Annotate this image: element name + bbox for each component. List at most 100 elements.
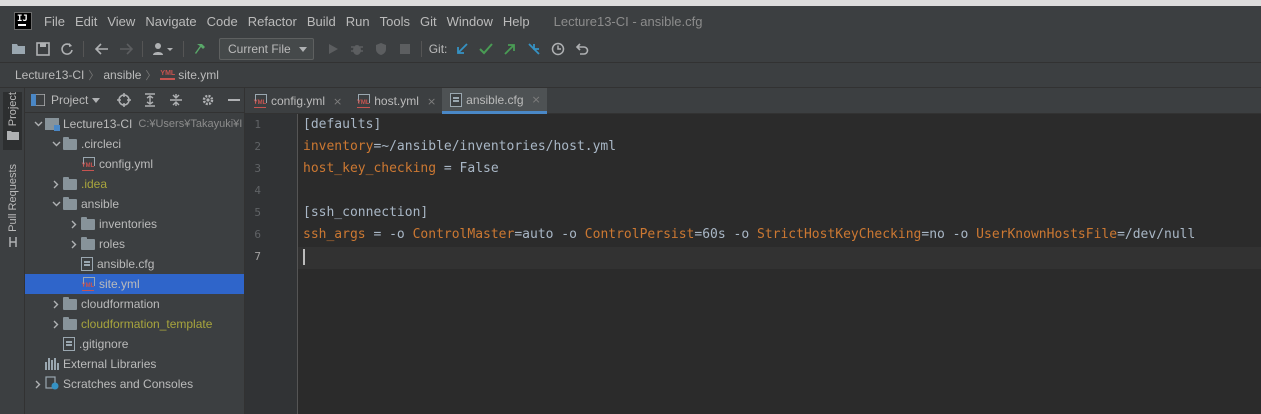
tree-item-ansible-cfg[interactable]: ansible.cfg (25, 254, 244, 274)
vcs-user-dropdown-icon[interactable] (150, 38, 178, 60)
chevron-right-icon[interactable] (49, 177, 63, 191)
chevron-right-icon[interactable] (31, 377, 45, 391)
menu-view[interactable]: View (107, 14, 135, 29)
rollback-icon[interactable] (571, 38, 593, 60)
main-toolbar: Current File Git: (0, 36, 1261, 63)
tree-item-label: ansible (81, 197, 120, 211)
tree-item-circleci[interactable]: .circleci (25, 134, 244, 154)
menu-code[interactable]: Code (207, 14, 238, 29)
toolbar-separator (420, 41, 422, 57)
tree-item-config-yml[interactable]: YML config.yml (25, 154, 244, 174)
toolbar-separator (83, 41, 84, 57)
tree-arrow-spacer (31, 357, 45, 371)
back-arrow-icon[interactable] (91, 38, 113, 60)
intellij-logo-icon[interactable]: IJ (14, 12, 32, 30)
breadcrumb-folder[interactable]: ansible (103, 68, 141, 82)
tree-item-inventories[interactable]: inventories (25, 214, 244, 234)
close-icon[interactable]: × (532, 93, 541, 106)
coverage-icon[interactable] (370, 38, 392, 60)
tree-item-external-libraries[interactable]: External Libraries (25, 354, 244, 374)
text-file-icon (450, 92, 463, 107)
tree-item-ansible[interactable]: ansible (25, 194, 244, 214)
menu-help[interactable]: Help (503, 14, 530, 29)
chevron-right-icon[interactable] (67, 237, 81, 251)
tree-item-lecture13-ci[interactable]: Lecture13-CI C:¥Users¥Takayuki¥I (25, 114, 244, 134)
menu-navigate[interactable]: Navigate (145, 14, 196, 29)
chevron-right-icon[interactable] (49, 317, 63, 331)
chevron-down-icon[interactable] (31, 117, 45, 131)
line-number: 2 (254, 140, 261, 153)
git-update-icon[interactable] (451, 38, 473, 60)
stop-icon[interactable] (394, 38, 416, 60)
chevron-down-icon[interactable] (92, 97, 101, 103)
code-line: inventory=~/ansible/inventories/host.yml (303, 136, 616, 158)
sync-icon[interactable] (56, 38, 78, 60)
minimize-icon[interactable] (224, 90, 244, 110)
menu-run[interactable]: Run (346, 14, 370, 29)
tree-item-label: Scratches and Consoles (63, 377, 194, 391)
tree-item-gitignore[interactable]: .gitignore (25, 334, 244, 354)
tree-item-label: config.yml (99, 157, 154, 171)
chevron-down-icon[interactable] (49, 137, 63, 151)
text-file-icon (81, 257, 93, 271)
debug-bug-icon[interactable] (346, 38, 368, 60)
run-icon[interactable] (322, 38, 344, 60)
code-editor[interactable]: [defaults] inventory=~/ansible/inventorie… (298, 114, 1261, 414)
history-clock-icon[interactable] (547, 38, 569, 60)
folder-icon (63, 176, 77, 190)
forward-arrow-icon[interactable] (115, 38, 137, 60)
collapse-all-icon[interactable] (166, 90, 186, 110)
config-key: ControlPersist (584, 227, 695, 242)
close-icon[interactable]: × (333, 95, 342, 108)
menu-git[interactable]: Git (420, 14, 437, 29)
project-panel-header: Project (25, 88, 244, 113)
pull-requests-tool-button[interactable]: Pull Requests (3, 164, 22, 254)
config-text: =60s -o (694, 227, 757, 242)
close-icon[interactable]: × (427, 95, 436, 108)
tab-config-yml[interactable]: YML config.yml × (245, 88, 348, 114)
library-bars-icon (45, 358, 59, 370)
locate-crosshair-icon[interactable] (114, 90, 134, 110)
chevron-right-icon[interactable] (49, 297, 63, 311)
breadcrumb-project[interactable]: Lecture13-CI (15, 68, 84, 82)
tree-item-label: inventories (99, 217, 158, 231)
yml-file-icon: YML (160, 70, 176, 80)
menu-bar: IJ File Edit View Navigate Code Refactor… (0, 6, 1261, 36)
menu-window[interactable]: Window (447, 14, 493, 29)
tree-item-idea[interactable]: .idea (25, 174, 244, 194)
git-commit-check-icon[interactable] (475, 38, 497, 60)
folder-icon (81, 216, 95, 230)
build-hammer-icon[interactable] (191, 38, 213, 60)
text-file-icon (63, 337, 75, 351)
menu-build[interactable]: Build (307, 14, 336, 29)
tree-item-cloudformation[interactable]: cloudformation (25, 294, 244, 314)
menu-refactor[interactable]: Refactor (248, 14, 297, 29)
tree-item-roles[interactable]: roles (25, 234, 244, 254)
expand-all-icon[interactable] (140, 90, 160, 110)
gear-icon[interactable] (198, 90, 218, 110)
menu-edit[interactable]: Edit (75, 14, 97, 29)
tree-item-site-yml[interactable]: YML site.yml (25, 274, 244, 294)
menu-tools[interactable]: Tools (380, 14, 410, 29)
git-push-icon[interactable] (499, 38, 521, 60)
save-icon[interactable] (32, 38, 54, 60)
breadcrumb-file[interactable]: site.yml (178, 68, 219, 82)
yml-file-icon: YML (356, 94, 371, 108)
code-line: host_key_checking = False (303, 158, 499, 180)
config-text: = -o (365, 227, 413, 242)
run-configuration-selector[interactable]: Current File (219, 38, 314, 60)
line-number: 6 (254, 228, 261, 241)
left-tool-stripe: Project Pull Requests (0, 88, 25, 414)
menu-file[interactable]: File (44, 14, 65, 29)
chevron-down-icon[interactable] (49, 197, 63, 211)
project-tool-button[interactable]: Project (3, 92, 22, 150)
line-number: 4 (254, 184, 261, 197)
tab-host-yml[interactable]: YML host.yml × (348, 88, 442, 114)
chevron-right-icon[interactable] (67, 217, 81, 231)
tree-item-scratches-and-consoles[interactable]: Scratches and Consoles (25, 374, 244, 394)
tree-item-cloudformation-template[interactable]: cloudformation_template (25, 314, 244, 334)
open-folder-icon[interactable] (8, 38, 30, 60)
project-panel-title[interactable]: Project (51, 93, 88, 107)
tab-ansible-cfg[interactable]: ansible.cfg × (442, 88, 547, 114)
git-merge-icon[interactable] (523, 38, 545, 60)
